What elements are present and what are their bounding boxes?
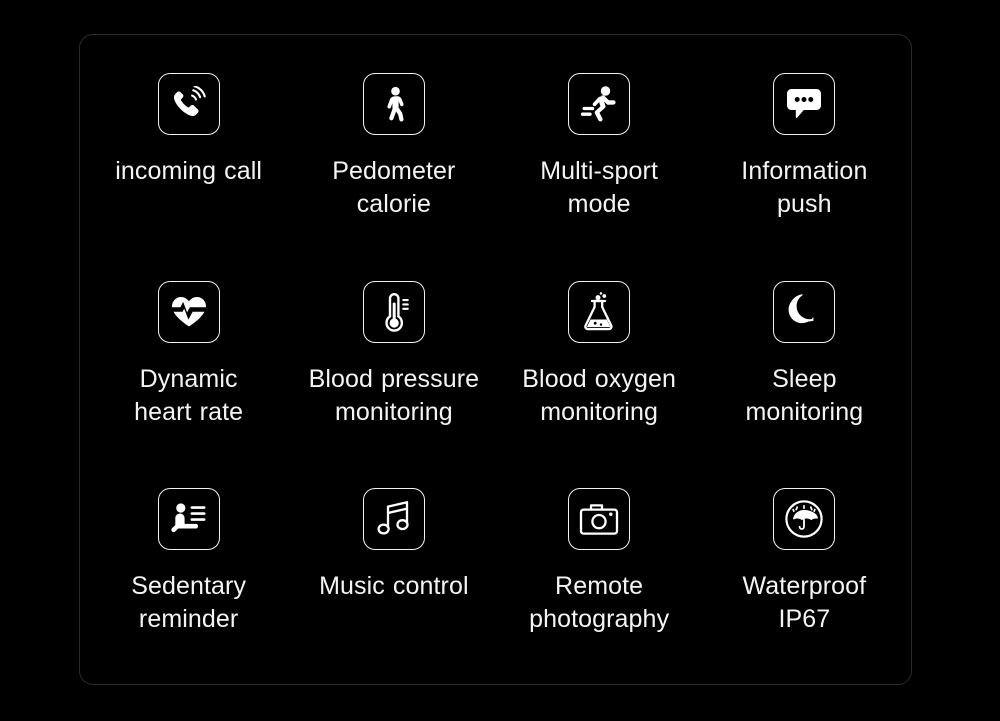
feature-item-remote-photography[interactable]: Remote photography [497,470,702,678]
feature-item-blood-pressure-monitoring[interactable]: Blood pressure monitoring [291,263,496,471]
feature-label-line1: Pedometer [332,157,456,185]
remote-photography-icon-box [568,488,631,551]
sleep-icon-box [773,280,836,343]
waterproof-umbrella-icon [784,499,824,539]
feature-label-line1: Information [741,157,868,185]
blood-pressure-icon-box [362,280,425,343]
feature-label-line2: monitoring [745,397,864,426]
blood-pressure-thermometer-icon [377,292,411,332]
feature-label: Dynamic heart rate [134,363,243,429]
feature-item-blood-oxygen-monitoring[interactable]: Blood oxygen monitoring [497,263,702,471]
feature-label-line2: calorie [356,190,432,218]
feature-label-line2: photography [529,605,670,634]
feature-item-incoming-call[interactable]: incoming call [86,55,291,263]
feature-item-pedometer-calorie[interactable]: Pedometer calorie [291,55,496,263]
multi-sport-icon-box [568,73,631,135]
feature-item-sedentary-reminder[interactable]: Sedentary reminder [86,470,291,678]
waterproof-icon-box [773,488,836,551]
feature-label-line1: Dynamic [139,364,238,393]
feature-label: Music control [319,570,469,603]
feature-label: Blood oxygen monitoring [522,363,676,429]
dynamic-heart-rate-icon-box [157,280,220,343]
feature-label: Sedentary reminder [131,570,246,636]
remote-photography-camera-icon [579,502,619,536]
feature-label-line2: mode [567,190,631,218]
feature-label: Waterproof IP67 [743,570,867,636]
feature-label-line2: monitoring [540,397,658,426]
feature-label-line2: reminder [138,605,239,634]
music-control-note-icon [377,500,411,538]
incoming-call-icon-box [157,73,220,135]
sedentary-reminder-seated-person-icon [170,502,208,536]
feature-item-sleep-monitoring[interactable]: Sleep monitoring [702,263,907,471]
feature-label-line2: IP67 [778,605,831,634]
sedentary-reminder-icon-box [157,488,220,551]
feature-label-line1: Remote [555,572,644,601]
feature-label-line2: monitoring [335,397,453,426]
incoming-call-icon [171,86,207,122]
information-push-speech-bubble-icon [785,87,823,121]
feature-item-information-push[interactable]: Information push [702,55,907,263]
feature-item-waterproof-ip67[interactable]: Waterproof IP67 [702,470,907,678]
blood-oxygen-icon-box [568,280,631,343]
feature-label-line1: Sedentary [131,572,247,601]
feature-label: Sleep monitoring [746,363,864,429]
feature-label-line1: Sleep [772,364,837,393]
sleep-moon-icon [787,293,821,331]
information-push-icon-box [773,73,836,135]
pedometer-walking-person-icon [377,86,411,122]
feature-item-music-control[interactable]: Music control [291,470,496,678]
feature-label: Pedometer calorie [332,155,455,221]
feature-label-line1: Multi-sport [540,157,659,185]
feature-grid: incoming call Pedometer calorie Multi-sp… [80,35,913,686]
pedometer-icon-box [362,73,425,135]
feature-panel: incoming call Pedometer calorie Multi-sp… [79,34,912,685]
feature-label-line1: Blood oxygen [522,364,676,393]
feature-label: Remote photography [529,570,669,636]
feature-item-dynamic-heart-rate[interactable]: Dynamic heart rate [86,263,291,471]
feature-label: Multi-sport mode [540,155,658,221]
feature-item-multi-sport-mode[interactable]: Multi-sport mode [497,55,702,263]
feature-label-line2: push [777,190,832,218]
feature-label-line2: heart rate [134,397,244,426]
dynamic-heart-rate-icon [169,295,208,329]
multi-sport-running-person-icon [579,85,619,123]
feature-label-line1: Waterproof [742,572,867,601]
feature-label-line1: Blood pressure [308,364,480,393]
feature-label-line1: incoming call [115,157,263,185]
music-control-icon-box [362,488,425,551]
feature-label-line1: Music control [319,572,469,601]
feature-label: Information push [741,155,867,221]
blood-oxygen-flask-icon [581,291,617,332]
feature-label: Blood pressure monitoring [309,363,480,429]
feature-grid-screen: incoming call Pedometer calorie Multi-sp… [0,0,1000,721]
feature-label: incoming call [115,155,262,188]
